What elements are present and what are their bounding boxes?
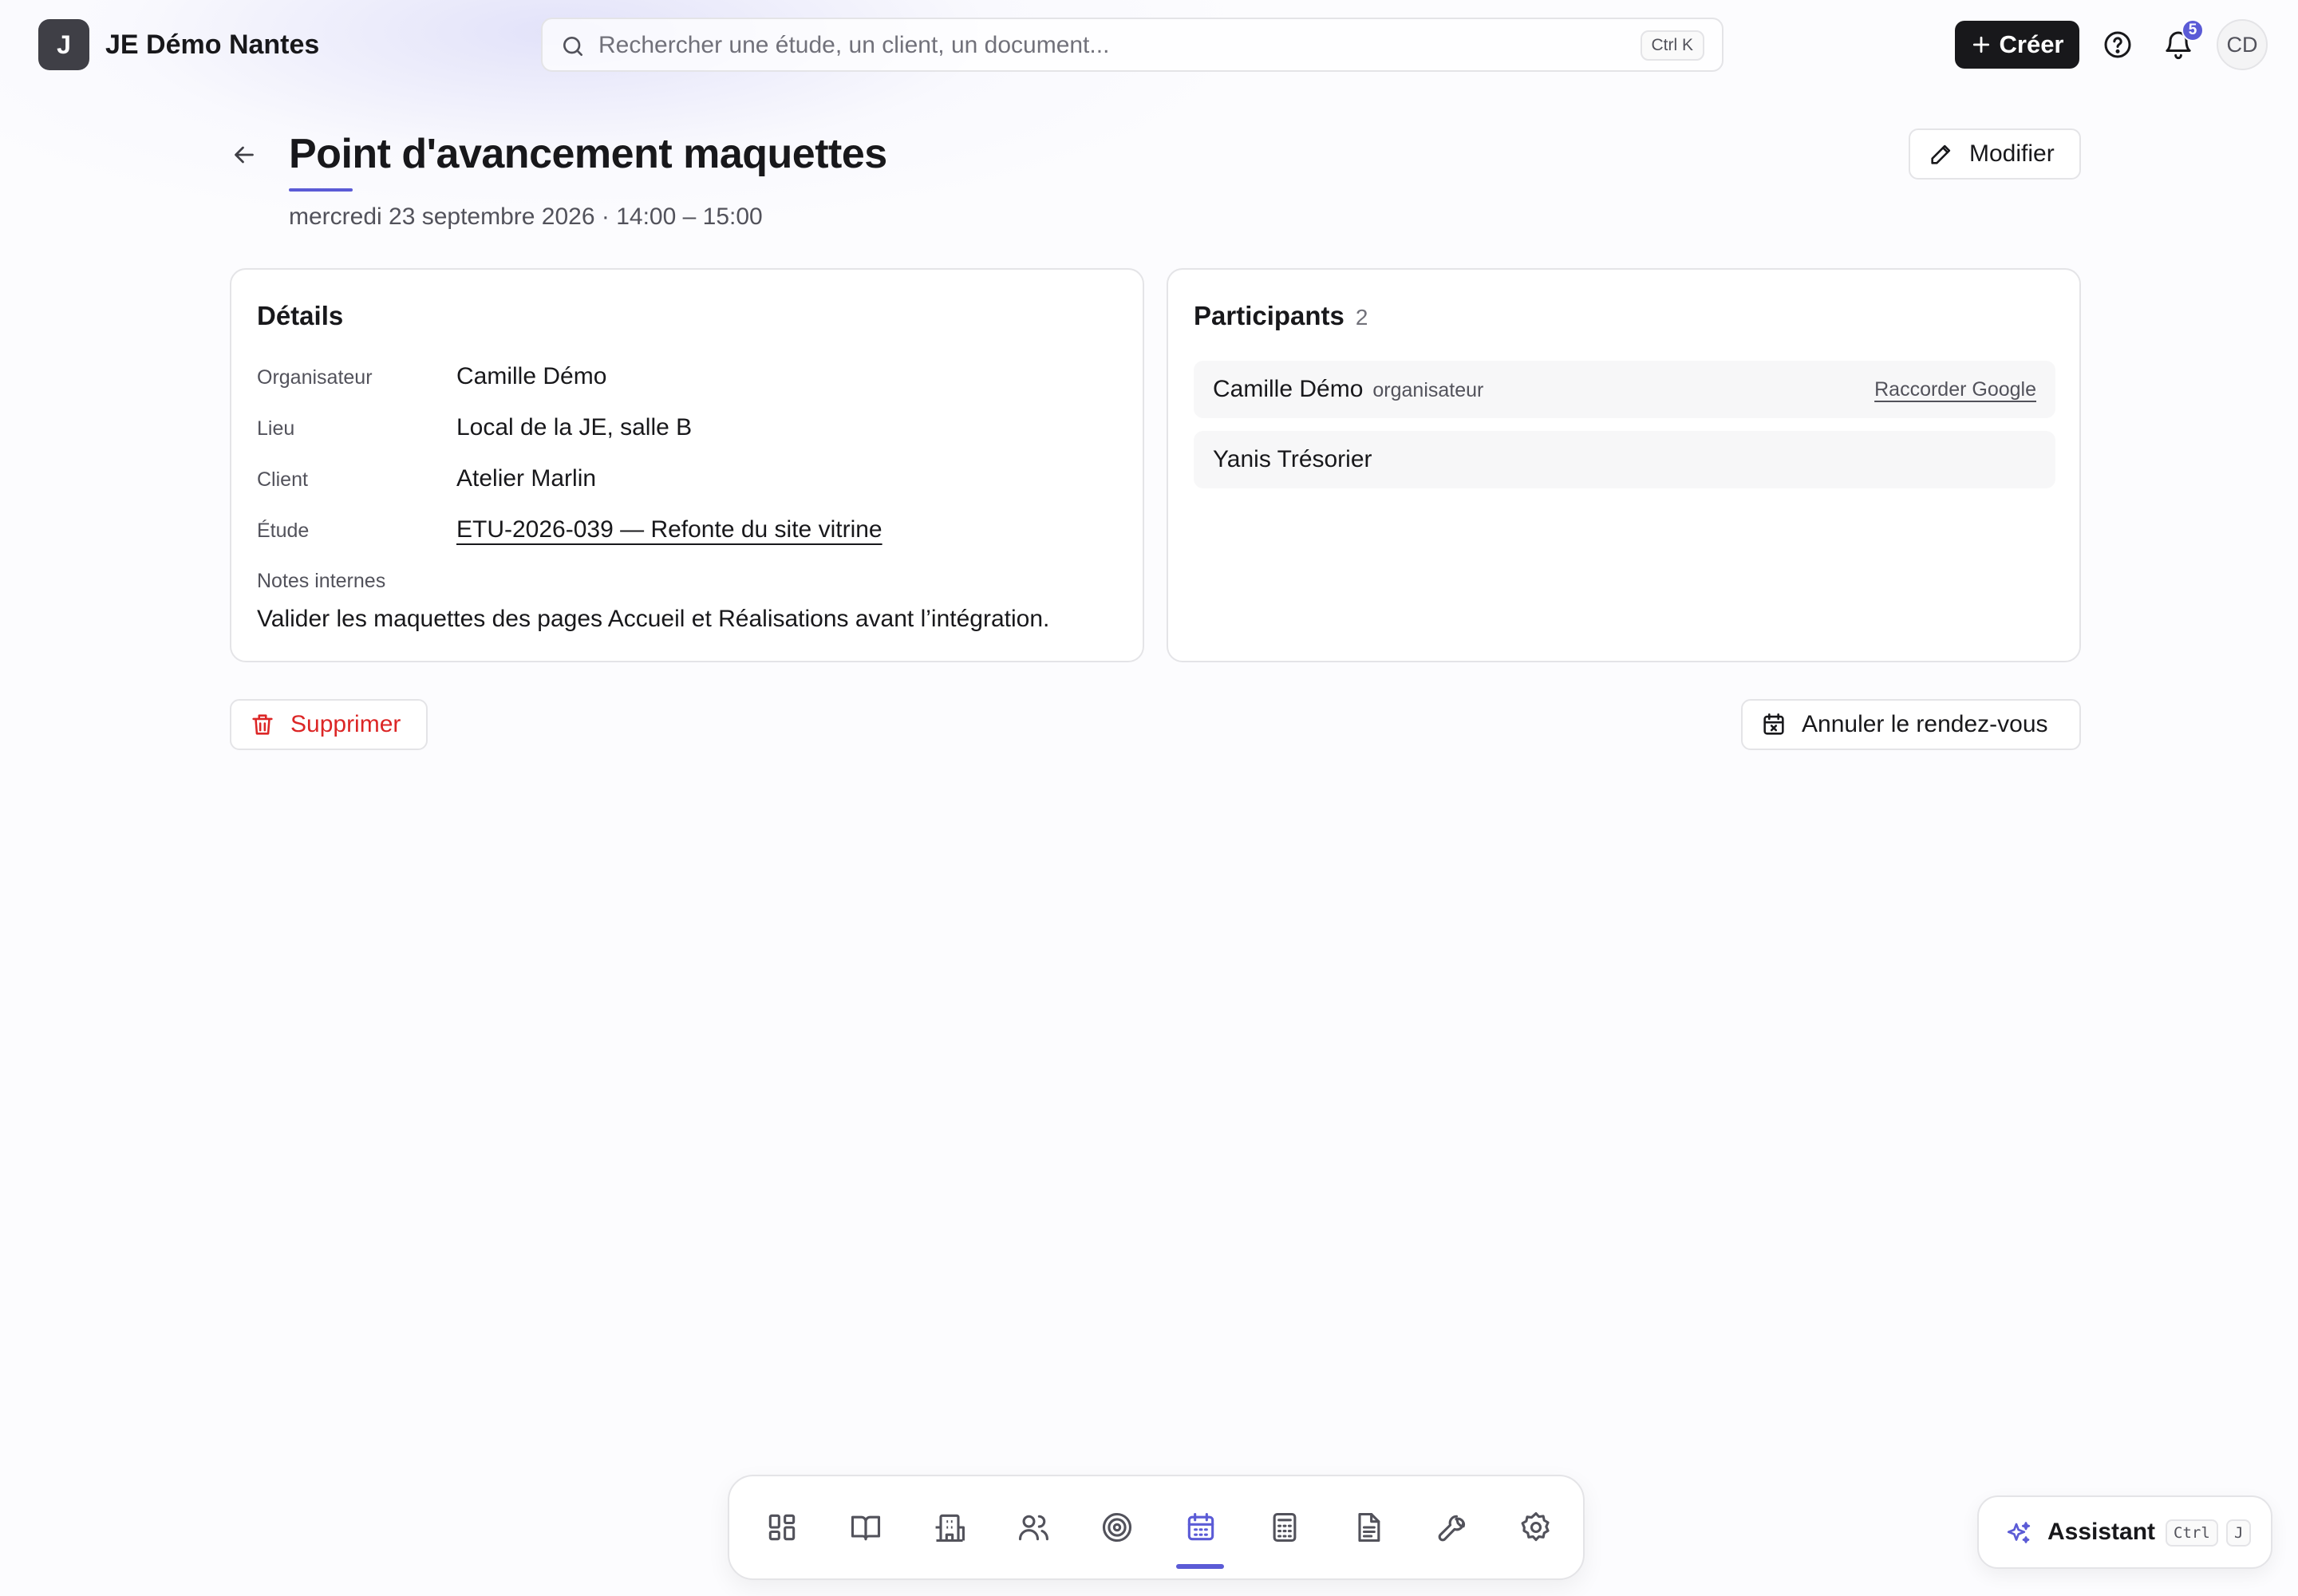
notification-count-badge: 5 [2182,19,2204,41]
location-value: Local de la JE, salle B [456,414,693,440]
client-value: Atelier Marlin [456,465,597,492]
delete-button[interactable]: Supprimer [230,699,428,750]
page-title: Point d'avancement maquettes [289,131,887,177]
study-label: Étude [257,519,310,542]
participant-name: Yanis Trésorier [1213,446,1372,472]
organizer-label: Organisateur [257,366,373,389]
pencil-icon [1928,140,1955,168]
plus-icon [1971,34,1992,55]
calculator-icon[interactable] [1259,1502,1310,1553]
cancel-appointment-button[interactable]: Annuler le rendez-vous [1741,699,2081,750]
edit-button[interactable]: Modifier [1909,128,2081,180]
details-card: Détails Organisateur Camille Démo Lieu L… [230,268,1144,662]
organizer-value: Camille Démo [456,363,607,389]
target-icon[interactable] [1092,1502,1143,1553]
assistant-label: Assistant [2047,1519,2156,1545]
search-input[interactable] [598,29,1588,62]
assistant-shortcut-j: J [2226,1519,2252,1547]
document-icon[interactable] [1343,1502,1394,1553]
delete-label: Supprimer [290,711,401,737]
settings-icon[interactable] [1510,1502,1562,1553]
search-bar[interactable]: Ctrl K [541,18,1724,72]
dashboard-icon[interactable] [756,1502,807,1553]
workspace-name[interactable]: JE Démo Nantes [105,27,319,62]
connect-google-link[interactable]: Raccorder Google [1874,378,2036,401]
participant-row: Yanis Trésorier [1194,431,2055,488]
assistant-shortcut-ctrl: Ctrl [2166,1519,2218,1547]
create-button[interactable]: Créer [1955,21,2079,69]
participants-title: Participants 2 [1194,298,1368,335]
notes-label: Notes internes [257,570,386,592]
book-icon[interactable] [840,1502,891,1553]
title-accent-underline [289,188,353,192]
create-label: Créer [1999,30,2064,58]
calendar-x-icon [1760,711,1787,738]
event-datetime: mercredi 23 septembre 2026 · 14:00 – 15:… [289,203,763,230]
back-arrow-icon[interactable] [230,140,259,169]
cancel-label: Annuler le rendez-vous [1802,711,2048,737]
client-label: Client [257,468,308,491]
assistant-button[interactable]: Assistant Ctrl J [1977,1495,2272,1569]
location-label: Lieu [257,417,295,440]
calendar-icon[interactable] [1175,1502,1226,1553]
trash-icon [249,711,276,738]
participant-role: organisateur [1372,379,1484,401]
user-avatar[interactable]: CD [2217,19,2268,70]
sparkles-icon [2004,1519,2033,1548]
workspace-logo[interactable]: J [38,19,89,70]
search-icon [560,34,586,59]
users-icon[interactable] [1008,1502,1059,1553]
building-icon[interactable] [924,1502,975,1553]
details-title: Détails [257,301,344,330]
edit-label: Modifier [1969,140,2055,167]
participant-name: Camille Démo [1213,376,1364,402]
dock-active-indicator [1176,1564,1224,1569]
search-shortcut: Ctrl K [1640,30,1704,61]
wrench-icon[interactable] [1427,1502,1478,1553]
participants-card: Participants 2 Camille Démo organisateur R… [1167,268,2081,662]
participants-heading: Participants [1194,301,1344,330]
participant-row: Camille Démo organisateur Raccorder Googl… [1194,361,2055,418]
bottom-dock [728,1475,1585,1580]
top-bar: J JE Démo Nantes Ctrl K Créer 5 CD [0,0,2298,89]
participants-count: 2 [1355,305,1368,330]
study-link[interactable]: ETU-2026-039 — Refonte du site vitrine [456,514,882,546]
notes-text: Valider les maquettes des pages Accueil … [257,606,1050,632]
help-icon[interactable] [2102,29,2134,61]
